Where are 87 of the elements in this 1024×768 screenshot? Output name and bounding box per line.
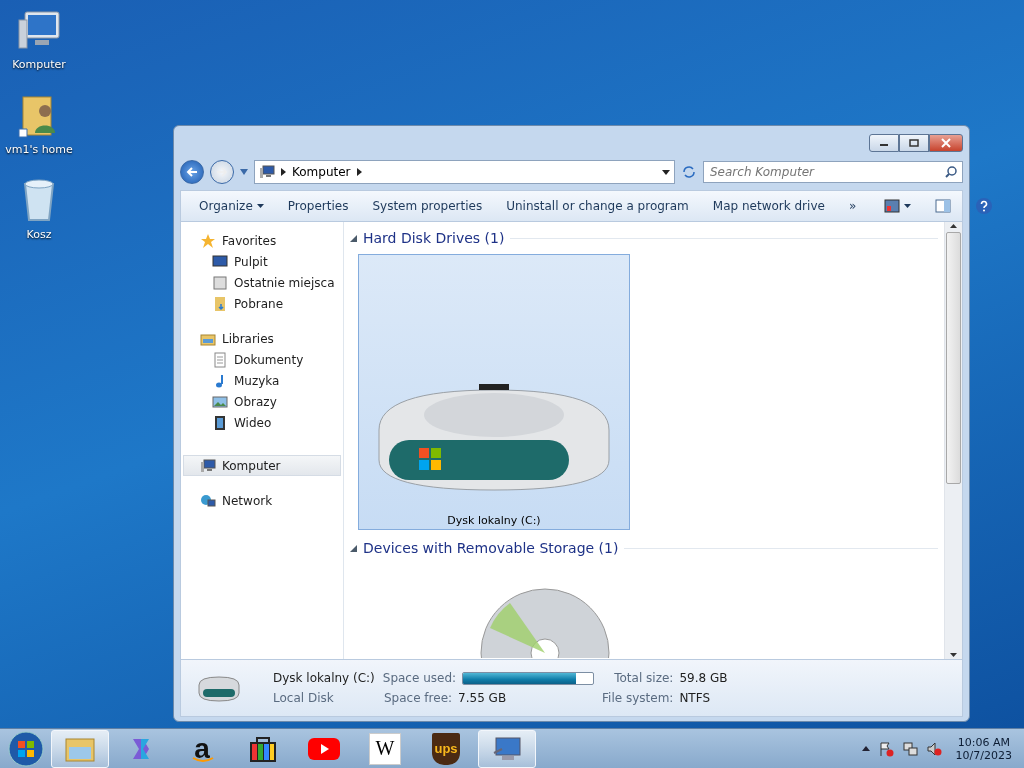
computer-icon: [200, 457, 216, 474]
file-system-value: NTFS: [679, 691, 711, 705]
restore-icon: [909, 138, 919, 148]
dropdown-caret-icon: [240, 169, 248, 175]
nav-item[interactable]: Pulpit: [183, 251, 341, 272]
back-arrow-icon: [186, 166, 198, 178]
folder-clock-icon: [212, 274, 228, 291]
desktop-icon-label[interactable]: Kosz: [26, 228, 52, 241]
desktop-icon-label[interactable]: Komputer: [12, 58, 66, 71]
toolbar-button[interactable]: Properties: [277, 195, 359, 217]
maximize-button[interactable]: [899, 134, 929, 152]
collapse-triangle-icon: [350, 544, 357, 552]
nav-item[interactable]: Obrazy: [183, 391, 341, 412]
hard-drive-icon: [195, 673, 243, 703]
nav-item[interactable]: Libraries: [183, 328, 341, 349]
toolbar-button[interactable]: Uninstall or change a program: [496, 195, 699, 217]
view-icon: [884, 199, 901, 213]
drive-label: Dysk lokalny (C:): [447, 514, 541, 527]
group-header[interactable]: Hard Disk Drives (1): [350, 228, 505, 248]
scroll-down-icon: [950, 653, 957, 657]
monitor-icon: [212, 253, 228, 270]
computer-icon: [259, 164, 275, 180]
group-header[interactable]: Devices with Removable Storage (1): [350, 538, 619, 558]
total-size-label: Total size:: [614, 671, 674, 685]
flag-alert-icon: [877, 740, 894, 757]
network-alert-icon: [901, 740, 918, 757]
nav-item[interactable]: Wideo: [183, 412, 341, 433]
folder-download-icon: [212, 295, 228, 312]
taskbar-app-button[interactable]: a: [173, 729, 231, 768]
help-icon: [975, 197, 994, 215]
picture-icon: [212, 393, 228, 410]
nav-item[interactable]: Komputer: [183, 455, 341, 476]
dropdown-caret-icon: [904, 204, 912, 208]
chevron-icon: [281, 168, 286, 176]
search-icon: [945, 166, 957, 178]
nav-item[interactable]: Dokumenty: [183, 349, 341, 370]
file-system-label: File system:: [602, 691, 674, 705]
star-icon: [200, 232, 216, 249]
back-button[interactable]: [180, 160, 204, 184]
clock-date[interactable]: 10/7/2023: [955, 748, 1012, 762]
taskbar-app-button[interactable]: [478, 729, 536, 768]
play-logo-icon: [308, 736, 340, 761]
drive-name: Dysk lokalny (C:): [273, 671, 375, 685]
forward-button[interactable]: [210, 160, 234, 184]
search-field[interactable]: Search Komputer: [703, 161, 963, 183]
film-icon: [212, 414, 228, 431]
minimize-button[interactable]: [869, 134, 899, 152]
tray-expand-icon: [861, 746, 870, 751]
taskbar-app-button[interactable]: ups: [417, 729, 475, 768]
space-free-value: 7.55 GB: [458, 691, 508, 705]
clock-time[interactable]: 10:06 AM: [957, 735, 1010, 749]
nav-item[interactable]: Ostatnie miejsca: [183, 272, 341, 293]
desktop-icon-label[interactable]: vm1's home: [5, 143, 73, 156]
monitor-icon: [492, 734, 522, 763]
collapse-triangle-icon: [350, 234, 357, 242]
nav-item[interactable]: Network: [183, 490, 341, 511]
total-size-value: 59.8 GB: [679, 671, 729, 685]
shield-logo-icon: ups: [432, 732, 460, 765]
chevron-icon: [356, 168, 362, 176]
dropdown-caret-icon: [662, 169, 670, 175]
toolbar-button[interactable]: Map network drive: [702, 195, 835, 217]
globe-computer-icon: [200, 492, 216, 509]
scrollbar[interactable]: [944, 222, 962, 659]
close-icon: [941, 138, 951, 148]
document-icon: [212, 351, 228, 368]
nav-item[interactable]: Favorites: [183, 230, 341, 251]
speaker-muted-icon: [925, 740, 942, 757]
preview-pane-icon: [935, 199, 952, 213]
refresh-icon: [681, 164, 697, 180]
start-orb-icon: [8, 730, 44, 767]
taskbar-app-button[interactable]: W: [356, 729, 414, 768]
nav-item[interactable]: Muzyka: [183, 370, 341, 391]
toolbar-button[interactable]: Organize: [189, 195, 274, 217]
breadcrumb[interactable]: Komputer: [292, 165, 351, 179]
toolbar-button[interactable]: »: [838, 195, 867, 217]
space-free-label: Space free:: [383, 691, 453, 705]
space-used-label: Space used:: [382, 671, 457, 685]
scrollbar-thumb[interactable]: [946, 232, 961, 484]
drive-tile[interactable]: Dysk lokalny (C:): [358, 254, 630, 530]
nav-item[interactable]: Pobrane: [183, 293, 341, 314]
address-bar[interactable]: Komputer: [254, 160, 675, 184]
wikipedia-logo-icon: W: [369, 732, 401, 765]
scroll-up-icon: [950, 224, 957, 228]
close-button[interactable]: [929, 134, 963, 152]
toolbar-button[interactable]: System properties: [362, 195, 493, 217]
forward-arrow-icon: [216, 166, 228, 178]
drive-type: Local Disk: [273, 691, 335, 705]
